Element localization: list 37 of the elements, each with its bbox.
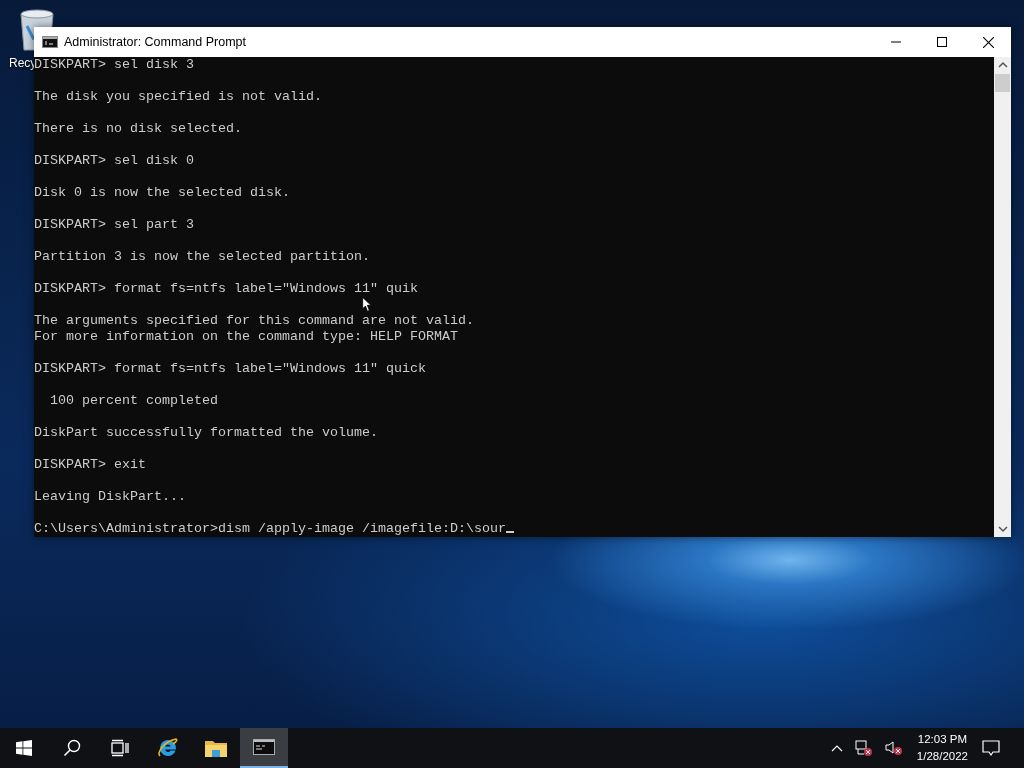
console-line: Partition 3 is now the selected partition. bbox=[34, 249, 370, 265]
vertical-scrollbar[interactable] bbox=[994, 57, 1011, 537]
network-error-icon[interactable] bbox=[854, 740, 873, 756]
window-title: Administrator: Command Prompt bbox=[64, 35, 246, 49]
console-line: DISKPART> sel disk 0 bbox=[34, 153, 194, 169]
clock[interactable]: 12:03 PM 1/28/2022 bbox=[916, 731, 968, 765]
search-icon bbox=[63, 739, 81, 757]
console-line: For more information on the command type: HELP FORMAT bbox=[34, 329, 458, 345]
chevron-up-icon[interactable] bbox=[830, 744, 843, 752]
command-prompt-button[interactable] bbox=[240, 728, 288, 768]
clock-date: 1/28/2022 bbox=[916, 749, 968, 764]
console-line: The disk you specified is not valid. bbox=[34, 89, 322, 105]
clock-time: 12:03 PM bbox=[917, 732, 968, 747]
console-line: Leaving DiskPart... bbox=[34, 489, 186, 505]
console-line: C:\Users\Administrator>dism /apply-image /imagefile:D:\sour bbox=[34, 521, 506, 537]
console-line: Disk 0 is now the selected disk. bbox=[34, 185, 290, 201]
console-window-icon bbox=[253, 739, 275, 755]
console-line: DiskPart successfully formatted the volume. bbox=[34, 425, 378, 441]
mouse-pointer-icon bbox=[362, 297, 372, 312]
notifications-icon[interactable] bbox=[982, 739, 1000, 757]
console-line: DISKPART> exit bbox=[34, 457, 146, 473]
folder-icon bbox=[204, 738, 228, 758]
console-line: The arguments specified for this command are not valid. bbox=[34, 313, 474, 329]
console-line: DISKPART> sel disk 3 bbox=[34, 57, 194, 73]
speaker-muted-icon[interactable] bbox=[884, 740, 903, 756]
windows-logo-icon bbox=[16, 740, 32, 756]
console-line: DISKPART> format fs=ntfs label="Windows 11" quick bbox=[34, 361, 426, 377]
console-line: 100 percent completed bbox=[49, 393, 218, 409]
task-view-icon bbox=[111, 739, 129, 757]
maximize-icon bbox=[937, 37, 947, 47]
close-icon bbox=[982, 36, 994, 48]
console-line: DISKPART> sel part 3 bbox=[34, 217, 194, 233]
console-line: There is no disk selected. bbox=[34, 121, 242, 137]
text-cursor bbox=[505, 531, 514, 533]
console-icon bbox=[42, 36, 58, 48]
console-line: DISKPART> format fs=ntfs label="Windows 11" quik bbox=[34, 281, 418, 297]
scrollbar-thumb[interactable] bbox=[995, 74, 1010, 92]
